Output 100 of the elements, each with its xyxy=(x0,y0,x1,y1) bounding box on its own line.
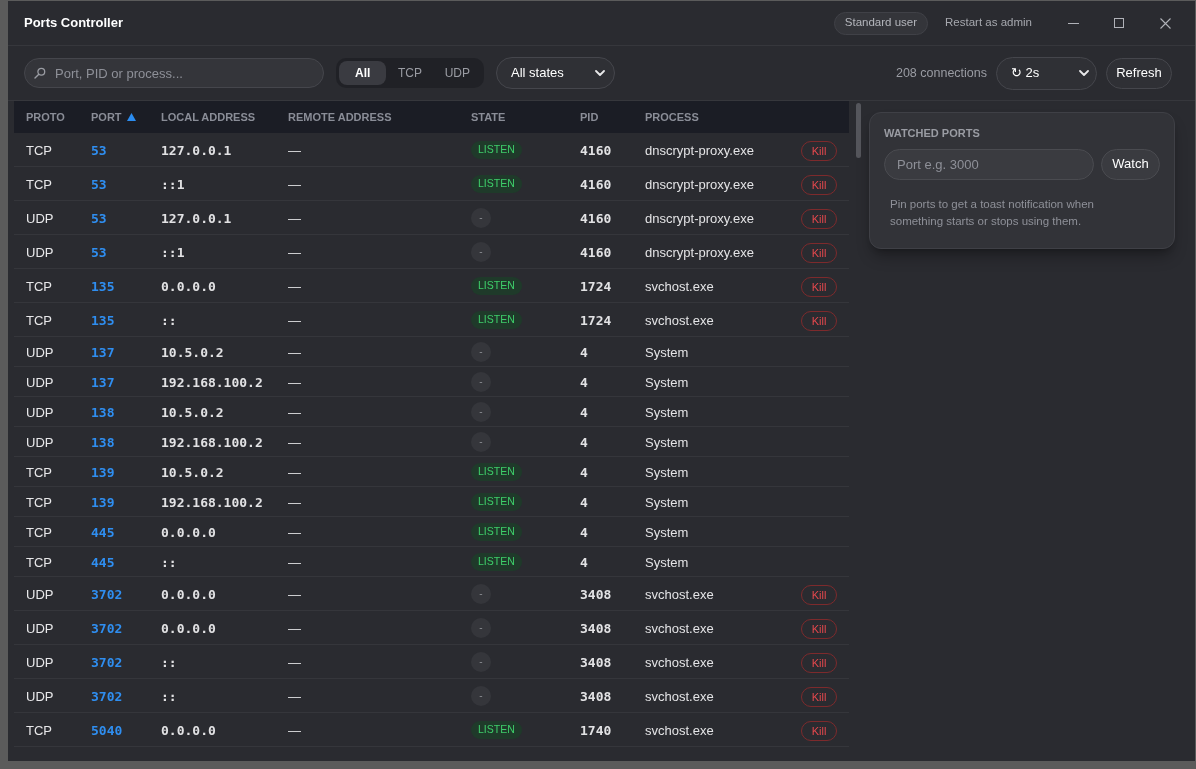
port-link[interactable]: 139 xyxy=(91,464,115,480)
state-badge: - xyxy=(471,431,491,452)
protocol-cell: UDP xyxy=(26,344,54,360)
column-header[interactable]: PID xyxy=(580,108,599,126)
local-address-cell: :: xyxy=(161,654,177,670)
port-link[interactable]: 137 xyxy=(91,344,115,360)
pid-cell: 4160 xyxy=(580,210,612,226)
remote-address-cell: — xyxy=(288,244,301,260)
local-address-cell: 0.0.0.0 xyxy=(161,524,216,540)
process-cell: svchost.exe xyxy=(645,722,714,738)
port-link[interactable]: 137 xyxy=(91,374,115,390)
remote-address-cell: — xyxy=(288,142,301,158)
pid-cell: 4 xyxy=(580,404,588,420)
state-filter-select[interactable]: All states xyxy=(496,57,615,89)
pid-cell: 4160 xyxy=(580,176,612,192)
remote-address-cell: — xyxy=(288,312,301,328)
scrollbar-thumb[interactable] xyxy=(856,103,861,158)
watch-button[interactable]: Watch xyxy=(1101,148,1160,180)
port-link[interactable]: 53 xyxy=(91,244,107,260)
pid-cell: 4160 xyxy=(580,142,612,158)
local-address-cell: 10.5.0.2 xyxy=(161,344,224,360)
protocol-cell: UDP xyxy=(26,244,54,260)
column-header[interactable]: PROTO xyxy=(26,108,65,126)
port-link[interactable]: 138 xyxy=(91,404,115,420)
port-link[interactable]: 3702 xyxy=(91,620,123,636)
pid-cell: 4 xyxy=(580,494,588,510)
port-link[interactable]: 139 xyxy=(91,494,115,510)
process-cell: dnscrypt-proxy.exe xyxy=(645,142,754,158)
process-cell: System xyxy=(645,374,689,390)
port-link[interactable]: 53 xyxy=(91,142,107,158)
column-header[interactable]: STATE xyxy=(471,108,506,126)
column-header[interactable]: REMOTE ADDRESS xyxy=(288,108,392,126)
port-link[interactable]: 135 xyxy=(91,278,115,294)
search-icon xyxy=(34,67,46,79)
maximize-icon xyxy=(1114,18,1124,28)
remote-address-cell: — xyxy=(288,620,301,636)
port-link[interactable]: 53 xyxy=(91,176,107,192)
port-link[interactable]: 138 xyxy=(91,434,115,450)
process-cell: svchost.exe xyxy=(645,278,714,294)
remote-address-cell: — xyxy=(288,464,301,480)
pid-cell: 4160 xyxy=(580,244,612,260)
protocol-tab[interactable]: TCP xyxy=(386,61,434,85)
refresh-button[interactable]: Refresh xyxy=(1106,57,1172,89)
protocol-tab[interactable]: All xyxy=(339,61,387,85)
close-icon xyxy=(1159,17,1171,29)
protocol-cell: TCP xyxy=(26,524,52,540)
local-address-cell: 0.0.0.0 xyxy=(161,586,216,602)
state-badge: LISTEN xyxy=(471,310,522,329)
state-badge: - xyxy=(471,241,491,262)
protocol-cell: UDP xyxy=(26,404,54,420)
state-badge: - xyxy=(471,685,491,706)
port-link[interactable]: 3702 xyxy=(91,586,123,602)
state-badge: LISTEN xyxy=(471,492,522,511)
local-address-cell: ::1 xyxy=(161,176,185,192)
protocol-cell: UDP xyxy=(26,586,54,602)
port-link[interactable]: 135 xyxy=(91,312,115,328)
chevron-down-icon xyxy=(1079,70,1089,76)
refresh-interval-select[interactable]: ↻ 2s xyxy=(996,56,1097,90)
port-input[interactable]: Port e.g. 3000 xyxy=(884,148,1094,180)
state-badge: - xyxy=(471,651,491,672)
protocol-cell: UDP xyxy=(26,434,54,450)
pid-cell: 3408 xyxy=(580,586,612,602)
port-link[interactable]: 53 xyxy=(91,210,107,226)
protocol-cell: TCP xyxy=(26,312,52,328)
local-address-cell: 192.168.100.2 xyxy=(161,434,263,450)
remote-address-cell: — xyxy=(288,278,301,294)
port-link[interactable]: 3702 xyxy=(91,654,123,670)
protocol-cell: UDP xyxy=(26,688,54,704)
column-header[interactable]: LOCAL ADDRESS xyxy=(161,108,256,126)
process-cell: svchost.exe xyxy=(645,688,714,704)
protocol-cell: TCP xyxy=(26,494,52,510)
state-badge: LISTEN xyxy=(471,174,522,193)
port-link[interactable]: 5040 xyxy=(91,722,123,738)
protocol-cell: TCP xyxy=(26,142,52,158)
local-address-cell: 127.0.0.1 xyxy=(161,210,232,226)
pid-cell: 4 xyxy=(580,434,588,450)
remote-address-cell: — xyxy=(288,554,301,570)
remote-address-cell: — xyxy=(288,374,301,390)
protocol-cell: UDP xyxy=(26,374,54,390)
local-address-cell: :: xyxy=(161,312,177,328)
search-field[interactable]: Port, PID or process... xyxy=(24,58,324,88)
restart-as-admin-button[interactable]: Restart as admin xyxy=(945,14,1032,32)
user-role-badge: Standard user xyxy=(833,11,929,35)
local-address-cell: 10.5.0.2 xyxy=(161,464,224,480)
protocol-cell: TCP xyxy=(26,176,52,192)
port-link[interactable]: 3702 xyxy=(91,688,123,704)
state-badge: - xyxy=(471,207,491,228)
protocol-tab[interactable]: UDP xyxy=(433,61,481,85)
state-badge: - xyxy=(471,401,491,422)
card-title: WATCHED PORTS xyxy=(884,126,981,141)
column-header[interactable]: PORT xyxy=(91,108,122,126)
port-link[interactable]: 445 xyxy=(91,554,115,570)
protocol-cell: TCP xyxy=(26,554,52,570)
state-badge: - xyxy=(471,617,491,638)
process-cell: dnscrypt-proxy.exe xyxy=(645,244,754,260)
column-header[interactable]: PROCESS xyxy=(645,108,699,126)
process-cell: System xyxy=(645,524,689,540)
remote-address-cell: — xyxy=(288,404,301,420)
port-link[interactable]: 445 xyxy=(91,524,115,540)
process-cell: svchost.exe xyxy=(645,586,714,602)
